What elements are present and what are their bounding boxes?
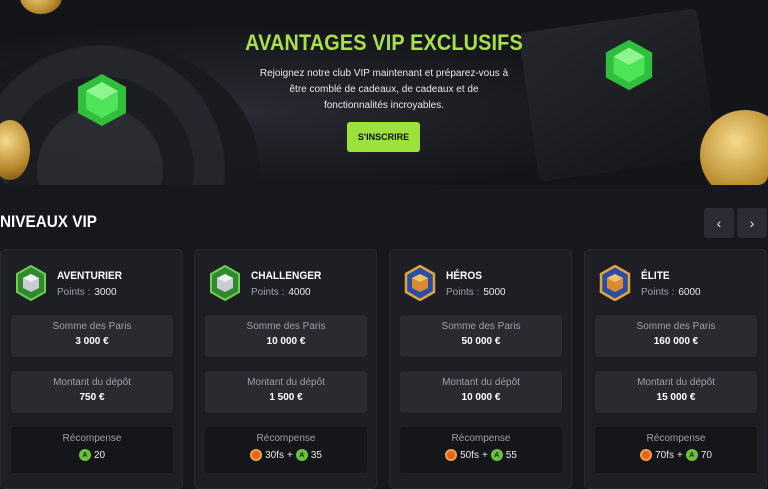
bets-sum-value: 50 000 €	[461, 336, 501, 347]
reward-free-spins: 70fs	[655, 449, 674, 461]
reward-points: 55	[505, 449, 517, 461]
section-title-vip-levels: NIVEAUX VIP	[0, 212, 97, 231]
vip-level-card: HÉROS Points :5000 Somme des Paris 50 000 €…	[389, 249, 572, 489]
gem-icon	[78, 74, 126, 126]
prev-button[interactable]: ‹	[704, 208, 734, 238]
level-badge-icon	[209, 264, 241, 302]
deposit-value: 15 000 €	[656, 392, 696, 403]
plus-sign: +	[481, 449, 488, 461]
level-points: Points :4000	[251, 287, 311, 298]
vip-level-card: ÉLITE Points :6000 Somme des Paris 160 000 …	[584, 249, 767, 489]
coin-a-icon: A	[685, 449, 698, 461]
level-points: Points :6000	[641, 287, 701, 298]
level-badge-icon	[599, 264, 631, 302]
free-spins-icon	[250, 449, 263, 461]
deposit-value: 1 500 €	[269, 392, 303, 403]
reward-points: 70	[700, 449, 712, 461]
hero-title: AVANTAGES VIP EXCLUSIFS	[245, 30, 523, 55]
reward-free-spins: 30fs	[265, 449, 284, 461]
next-button[interactable]: ›	[737, 208, 767, 238]
plus-sign: +	[676, 449, 683, 461]
deposit-box: Montant du dépôt 15 000 €	[595, 371, 757, 413]
coin-a-icon: A	[295, 449, 308, 461]
chevron-right-icon: ›	[749, 215, 755, 231]
level-badge-icon	[15, 264, 47, 302]
reward-box: Récompense A 20	[11, 427, 173, 473]
reward-box: Récompense 30fs + A 35	[205, 427, 367, 473]
reward-points: 20	[93, 449, 106, 461]
reward-points: 35	[310, 449, 322, 461]
free-spins-icon	[640, 449, 653, 461]
plus-sign: +	[286, 449, 293, 461]
roulette-wheel-decoration	[0, 40, 260, 185]
deposit-value: 750 €	[79, 392, 105, 403]
level-name: CHALLENGER	[251, 270, 322, 282]
coin-a-icon: A	[78, 449, 91, 461]
deposit-box: Montant du dépôt 750 €	[11, 371, 173, 413]
level-points: Points :3000	[57, 287, 117, 298]
bets-sum-box: Somme des Paris 10 000 €	[205, 315, 367, 357]
level-badge-icon	[404, 264, 436, 302]
coin-icon	[20, 0, 62, 14]
level-name: ÉLITE	[641, 270, 670, 282]
reward-box: Récompense 50fs + A 55	[400, 427, 562, 473]
free-spins-icon	[445, 449, 458, 461]
coin-a-icon: A	[490, 449, 503, 461]
reward-box: Récompense 70fs + A 70	[595, 427, 757, 473]
vip-level-card: AVENTURIER Points :3000 Somme des Paris 3 0…	[0, 249, 183, 489]
bets-sum-value: 3 000 €	[75, 336, 109, 347]
vip-hero-banner: AVANTAGES VIP EXCLUSIFS Rejoignez notre …	[0, 0, 768, 185]
bets-sum-box: Somme des Paris 3 000 €	[11, 315, 173, 357]
level-name: HÉROS	[446, 270, 482, 282]
level-points: Points :5000	[446, 287, 506, 298]
level-name: AVENTURIER	[57, 270, 123, 282]
deposit-box: Montant du dépôt 10 000 €	[400, 371, 562, 413]
bets-sum-value: 10 000 €	[266, 336, 306, 347]
hero-description: Rejoignez notre club VIP maintenant et p…	[259, 68, 509, 111]
deposit-box: Montant du dépôt 1 500 €	[205, 371, 367, 413]
reward-line: A 20	[11, 449, 173, 461]
reward-line: 50fs + A 55	[400, 449, 562, 461]
reward-line: 30fs + A 35	[205, 449, 367, 461]
signup-button[interactable]: S'INSCRIRE	[347, 122, 420, 152]
reward-free-spins: 50fs	[460, 449, 479, 461]
bets-sum-box: Somme des Paris 50 000 €	[400, 315, 562, 357]
bets-sum-box: Somme des Paris 160 000 €	[595, 315, 757, 357]
chevron-left-icon: ‹	[716, 215, 722, 231]
deposit-value: 10 000 €	[461, 392, 501, 403]
vip-level-card: CHALLENGER Points :4000 Somme des Paris 10 …	[194, 249, 377, 489]
reward-line: 70fs + A 70	[595, 449, 757, 461]
bets-sum-value: 160 000 €	[653, 336, 699, 347]
